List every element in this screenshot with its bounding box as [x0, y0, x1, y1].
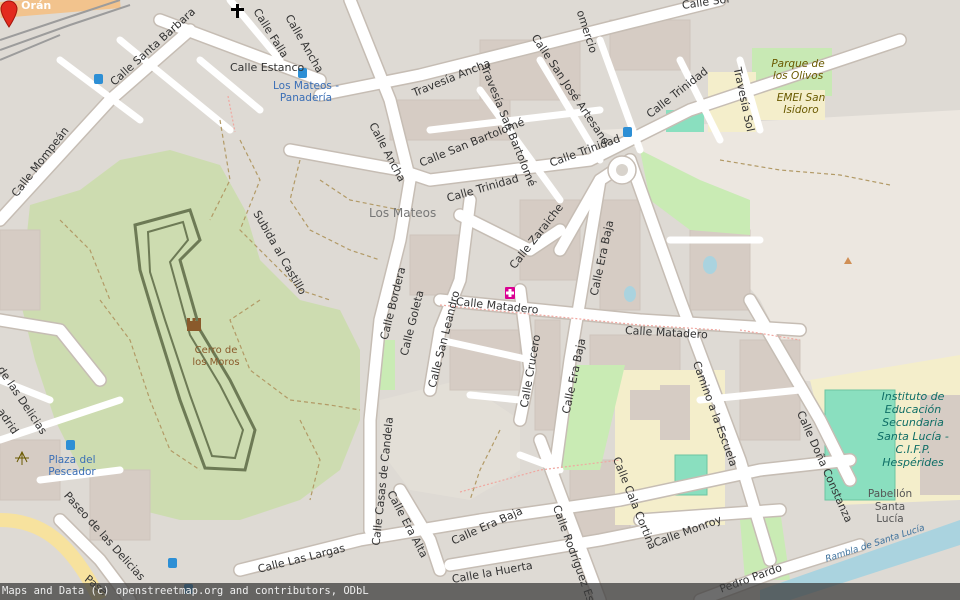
bus-stop-label-pescador[interactable]: Plaza del Pescador — [42, 454, 102, 478]
pharmacy-icon — [505, 287, 515, 299]
park-label-olivos: Parque de los Olivos — [771, 58, 825, 83]
street-label-estanco: Calle Estanco — [230, 61, 305, 74]
place-label-los-mateos: Los Mateos — [369, 206, 437, 220]
bus-stop-label-panaderia[interactable]: Los Mateos - Panadería — [270, 80, 342, 104]
castle-icon — [187, 318, 201, 331]
landmark-label-cerro: Cerro de los Moros — [192, 345, 240, 368]
school-label-emei: EMEI San Isidoro — [776, 92, 826, 117]
map-attribution: Maps and Data (c) openstreetmap.org and … — [0, 583, 960, 600]
school-label-instituto: Instituto de Educación Secundaria Santa … — [877, 390, 949, 469]
sports-label-pabellon: Pabellón Santa Lucía — [867, 488, 913, 526]
map-canvas[interactable]: de Orán Calle Falla Calle Ancha Travesía… — [0, 0, 960, 600]
map-pin-icon[interactable] — [0, 0, 18, 28]
